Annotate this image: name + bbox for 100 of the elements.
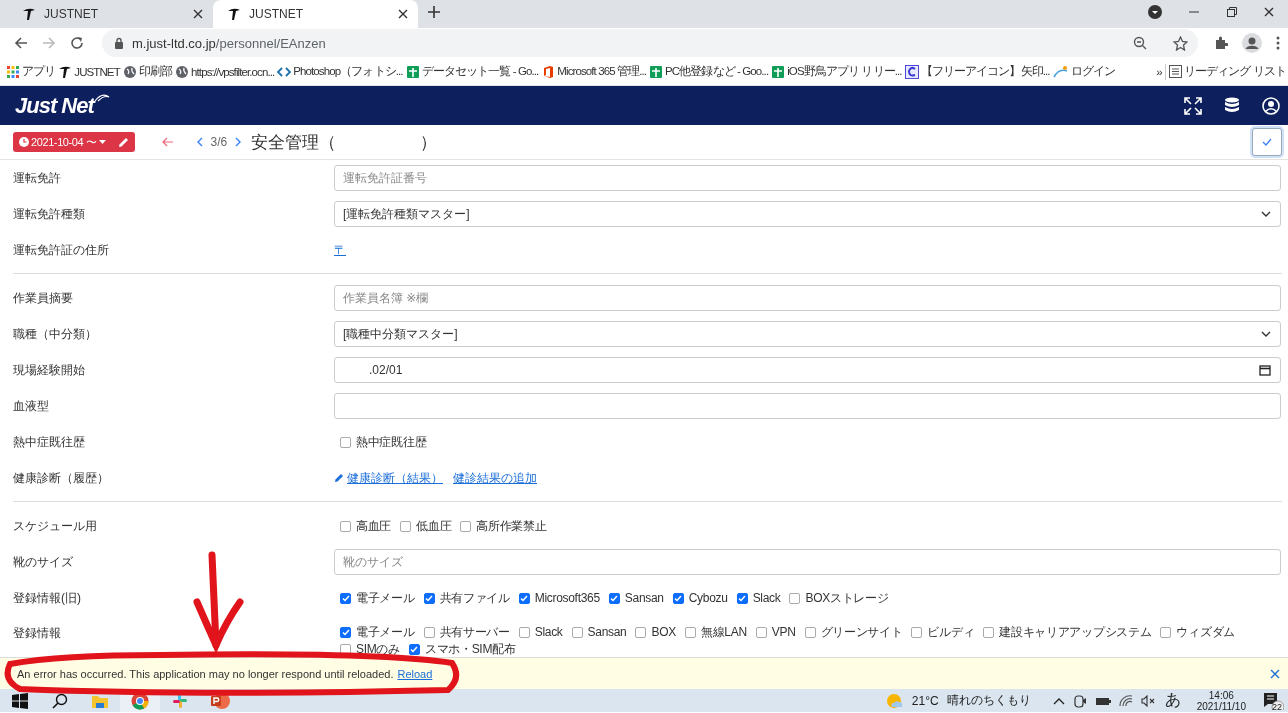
menu-icon[interactable] [1276, 36, 1280, 50]
checkbox[interactable] [340, 643, 351, 655]
bookmark[interactable]: アプリ [6, 64, 56, 79]
reading-list[interactable]: リーディング リスト [1168, 64, 1286, 79]
text-field[interactable]: 作業員名簿 ※欄 [334, 285, 1281, 311]
text-field[interactable]: 靴のサイズ [334, 549, 1281, 575]
checkbox[interactable] [755, 626, 767, 638]
link[interactable]: 健診結果の追加 [453, 469, 537, 487]
checkbox[interactable] [518, 592, 530, 604]
reload-icon[interactable] [70, 36, 84, 50]
dropdown-icon[interactable] [1148, 5, 1162, 19]
weather-forecast[interactable]: 晴れのちくもり [946, 692, 1031, 709]
dropdown[interactable]: [運転免許種類マスター] [334, 201, 1281, 227]
close-icon[interactable] [1264, 7, 1274, 17]
muted-speaker-icon[interactable] [1140, 694, 1157, 707]
date-range-button[interactable]: 2021-10-04 〜 [13, 132, 135, 152]
checkbox-label: 熱中症既往歴 [356, 435, 427, 449]
account-icon[interactable] [1262, 96, 1280, 115]
browser-tab[interactable]: JUSTNET [213, 0, 418, 28]
bookmark[interactable]: Microsoft 365 管理... [541, 64, 647, 79]
globe-icon [175, 64, 190, 79]
checkbox[interactable] [608, 592, 620, 604]
camera-icon[interactable] [1072, 693, 1087, 708]
checkbox-label: Sansan [624, 591, 664, 605]
checkbox[interactable] [408, 643, 420, 655]
fullscreen-icon[interactable] [1184, 96, 1202, 115]
checkbox[interactable] [672, 592, 684, 604]
reload-link[interactable]: Reload [397, 667, 433, 680]
checkbox[interactable] [400, 520, 412, 532]
checkbox[interactable] [340, 520, 351, 532]
checkbox[interactable] [635, 626, 647, 638]
chevron-down-icon [1261, 331, 1271, 337]
bookmark[interactable]: 印刷部 [122, 64, 173, 79]
bookmark[interactable]: データセット一覧 - Go... [405, 64, 539, 79]
clock[interactable]: 14:06 2021/11/10 [1196, 689, 1246, 712]
checkbox-label: BOXストレージ [805, 591, 889, 605]
checkbox[interactable] [518, 626, 530, 638]
link[interactable]: 健康診断（結果） [334, 469, 443, 487]
dropdown[interactable]: [職種中分類マスター] [334, 321, 1281, 347]
caret-up-icon[interactable] [1052, 696, 1065, 705]
spreadsheet-icon [649, 64, 664, 79]
checkbox-label: 無線LAN [700, 625, 747, 639]
checkbox[interactable] [460, 520, 472, 532]
extensions-icon[interactable] [1214, 36, 1228, 50]
temperature[interactable]: 21°C [911, 693, 939, 708]
back-icon[interactable] [14, 36, 28, 50]
bookmark[interactable]: PC他登録など - Goo... [649, 64, 769, 79]
bookmark[interactable]: 【フリーアイコン】矢印... [904, 64, 1050, 79]
profile-icon[interactable] [1242, 33, 1262, 53]
field-label: スケジュール用 [13, 517, 98, 535]
link[interactable]: 〒 [334, 241, 346, 259]
next-icon[interactable] [235, 137, 242, 147]
date-field[interactable]: .02/01 [334, 357, 1281, 383]
close-icon[interactable] [398, 9, 408, 19]
checkbox[interactable] [340, 626, 351, 638]
checkbox[interactable] [804, 626, 816, 638]
checkbox[interactable] [911, 626, 923, 638]
browser-tab[interactable]: JUSTNET [8, 0, 213, 28]
wifi-icon[interactable] [1118, 694, 1133, 707]
bookmark[interactable]: https://vpsfilter.ocn... [175, 64, 275, 79]
new-tab-icon[interactable] [428, 6, 440, 18]
database-icon[interactable] [1224, 96, 1240, 115]
confirm-button[interactable] [1252, 128, 1282, 156]
input-method-indicator[interactable]: あ [1164, 690, 1181, 711]
address-bar[interactable]: m.just-ltd.co.jp/personnel/EAnzen [102, 29, 1198, 57]
zoom-icon[interactable] [1133, 36, 1147, 50]
bookmark[interactable]: Photoshop（フォトシ... [277, 64, 403, 79]
caret-icon [98, 140, 106, 144]
previous-icon[interactable] [196, 137, 203, 147]
close-icon[interactable] [193, 9, 203, 19]
more-bookmarks[interactable]: » [1156, 65, 1162, 78]
checkbox[interactable] [340, 592, 351, 604]
checkbox[interactable] [1160, 626, 1172, 638]
restore-icon[interactable] [1226, 6, 1238, 18]
field-label: 職種（中分類） [13, 325, 98, 343]
checkbox[interactable] [571, 626, 583, 638]
back-arrow-icon[interactable] [161, 137, 174, 147]
checkbox[interactable] [684, 626, 696, 638]
checkbox[interactable] [736, 592, 748, 604]
checkbox[interactable] [423, 626, 435, 638]
checkbox[interactable] [789, 592, 801, 604]
bookmark[interactable]: iOS野鳥アプリ リリー... [771, 64, 902, 79]
bookmark[interactable]: JUSTNET [58, 64, 120, 79]
bookmark[interactable]: ログイン [1052, 64, 1116, 79]
checkbox[interactable] [340, 436, 351, 448]
battery-icon[interactable] [1094, 695, 1111, 706]
checkbox[interactable] [423, 592, 435, 604]
checkbox-label: 共有サーバー [439, 625, 510, 639]
start-icon[interactable] [12, 692, 28, 709]
app-logo[interactable]: Just Net [15, 92, 94, 119]
text-field[interactable] [334, 393, 1281, 419]
field-label: 運転免許種類 [13, 205, 86, 223]
text-field[interactable]: 運転免許証番号 [334, 165, 1281, 191]
notification-icon[interactable] [1262, 691, 1284, 710]
checkbox-label: Sansan [587, 625, 627, 639]
star-icon[interactable] [1173, 35, 1188, 51]
checkbox[interactable] [983, 626, 995, 638]
search-icon[interactable] [52, 692, 68, 709]
checkbox-label: Cybozu [688, 591, 728, 605]
checkbox-label: 建設キャリアアップシステム [999, 625, 1152, 639]
